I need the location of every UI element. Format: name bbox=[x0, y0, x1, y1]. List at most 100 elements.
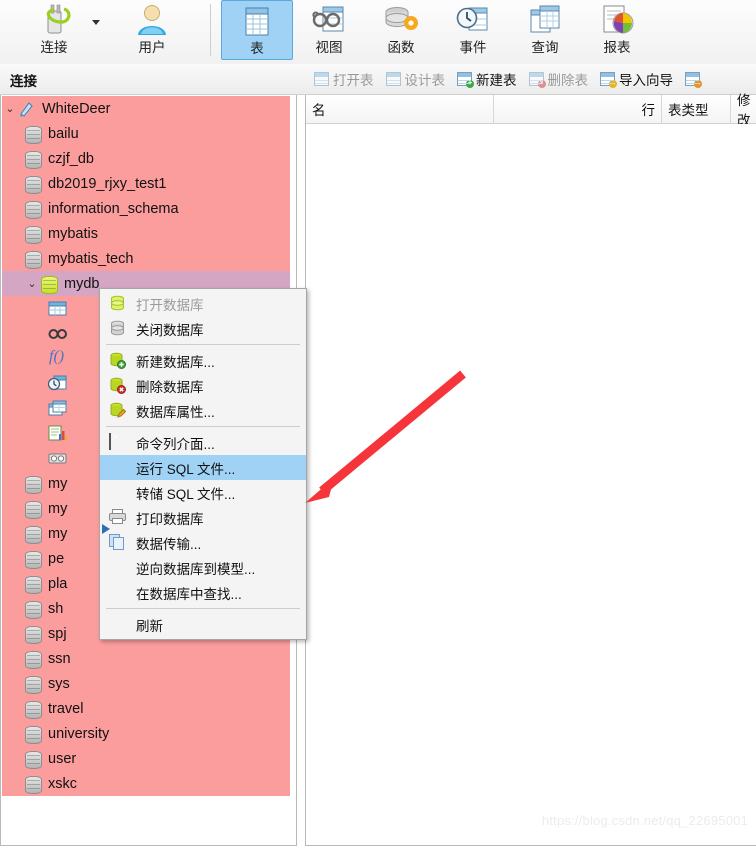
ribbon-button-event[interactable]: 事件 bbox=[437, 0, 509, 62]
ribbon-button-label: 表 bbox=[250, 41, 264, 56]
tree-item-whitedeer[interactable]: ⌄ WhiteDeer bbox=[2, 96, 290, 121]
tree-item-database[interactable]: xskc bbox=[2, 771, 290, 796]
database-icon bbox=[24, 650, 42, 669]
report-icon bbox=[599, 3, 635, 39]
toolbar-design-table[interactable]: 设计表 bbox=[382, 67, 450, 91]
database-icon bbox=[24, 525, 42, 544]
menu-item-dump-sql-file[interactable]: 转储 SQL 文件... bbox=[100, 480, 306, 505]
column-header-table-type[interactable]: 表类型 bbox=[662, 95, 731, 123]
tree-item-database[interactable]: university bbox=[2, 721, 290, 746]
ribbon-button-function[interactable]: 函数 bbox=[365, 0, 437, 62]
ribbon-button-view[interactable]: 视图 bbox=[293, 0, 365, 62]
ribbon-button-user[interactable]: 用户 bbox=[116, 0, 188, 62]
tree-item-label: user bbox=[48, 750, 77, 767]
database-icon bbox=[24, 775, 42, 794]
menu-item-find-in-database[interactable]: 在数据库中查找... bbox=[100, 580, 306, 605]
tree-item-database[interactable]: travel bbox=[2, 696, 290, 721]
toolbar-delete-table[interactable]: × 删除表 bbox=[525, 67, 593, 91]
database-open-icon bbox=[40, 275, 58, 294]
tree-item-database[interactable]: sys bbox=[2, 671, 290, 696]
menu-item-run-sql-file[interactable]: 运行 SQL 文件... bbox=[100, 455, 306, 480]
open-table-icon bbox=[314, 72, 329, 86]
tree-item-label: pla bbox=[48, 575, 68, 592]
toolbar-item-label: 导入向导 bbox=[619, 73, 673, 88]
delete-table-icon: × bbox=[528, 72, 546, 88]
menu-item-label: 运行 SQL 文件... bbox=[136, 461, 236, 477]
connection-icon bbox=[34, 3, 74, 39]
backups-folder-icon bbox=[48, 450, 67, 467]
toolbar-item-label: 删除表 bbox=[547, 73, 589, 88]
tree-item-database[interactable]: ssn bbox=[2, 646, 290, 671]
tree-item-label: travel bbox=[48, 700, 84, 717]
ribbon-button-label: 查询 bbox=[531, 40, 559, 55]
menu-item-command-line-interface[interactable]: 命令列介面... bbox=[100, 430, 306, 455]
tree-item-database[interactable]: bailu bbox=[2, 121, 290, 146]
toolbar-new-table[interactable]: + 新建表 bbox=[453, 67, 521, 91]
menu-item-close-database[interactable]: 关闭数据库 bbox=[100, 316, 306, 341]
toolbar-open-table[interactable]: 打开表 bbox=[310, 67, 378, 91]
column-header-label: 修改 bbox=[737, 93, 751, 128]
tree-item-label: db2019_rjxy_test1 bbox=[48, 175, 167, 192]
column-header-label: 名 bbox=[312, 103, 326, 118]
ribbon-button-connection[interactable]: 连接 bbox=[18, 0, 100, 62]
database-icon bbox=[24, 575, 42, 594]
column-header-modified[interactable]: 修改 bbox=[731, 93, 756, 128]
column-header-rows[interactable]: 行 bbox=[494, 95, 662, 123]
menu-item-data-transfer[interactable]: 数据传输... bbox=[100, 524, 306, 555]
printer-icon bbox=[109, 509, 126, 526]
ribbon-button-label: 函数 bbox=[387, 40, 415, 55]
new-table-icon: + bbox=[457, 72, 474, 88]
tree-item-database[interactable]: mybatis bbox=[2, 221, 290, 246]
toolbar-export-wizard[interactable]: → bbox=[681, 70, 708, 88]
column-header-name[interactable]: 名 bbox=[306, 95, 494, 123]
ribbon-button-label: 报表 bbox=[603, 40, 631, 55]
menu-item-print-database[interactable]: 打印数据库 bbox=[100, 505, 306, 530]
import-wizard-icon: → bbox=[600, 72, 617, 88]
watermark: https://blog.csdn.net/qq_22695001 bbox=[541, 813, 748, 828]
toolbar-import-wizard[interactable]: → 导入向导 bbox=[596, 67, 677, 91]
database-icon bbox=[24, 500, 42, 519]
functions-folder-icon: f() bbox=[49, 348, 65, 365]
menu-item-database-properties[interactable]: 数据库属性... bbox=[100, 398, 306, 423]
database-icon bbox=[24, 125, 42, 144]
database-icon bbox=[24, 600, 42, 619]
database-icon bbox=[24, 200, 42, 219]
tree-item-label: czjf_db bbox=[48, 150, 94, 167]
chevron-down-icon[interactable] bbox=[92, 20, 100, 25]
connections-pane-title: 连接 bbox=[10, 74, 37, 89]
database-icon bbox=[24, 625, 42, 644]
tree-item-database[interactable]: mybatis_tech bbox=[2, 246, 290, 271]
menu-item-label: 刷新 bbox=[136, 618, 163, 634]
tree-item-database[interactable]: information_schema bbox=[2, 196, 290, 221]
event-icon bbox=[455, 3, 491, 39]
menu-item-delete-database[interactable]: 删除数据库 bbox=[100, 373, 306, 398]
chevron-down-icon[interactable]: ⌄ bbox=[24, 277, 40, 290]
ribbon-button-query[interactable]: 查询 bbox=[509, 0, 581, 62]
transfer-icon bbox=[102, 524, 126, 551]
object-list-pane: 名 行 表类型 修改 bbox=[305, 93, 756, 846]
tree-item-database[interactable]: user bbox=[2, 746, 290, 771]
ribbon-button-table[interactable]: 表 bbox=[221, 0, 293, 60]
menu-item-new-database[interactable]: 新建数据库... bbox=[100, 348, 306, 373]
tree-item-database[interactable]: db2019_rjxy_test1 bbox=[2, 171, 290, 196]
tree-item-label: pe bbox=[48, 550, 65, 567]
menu-item-open-database[interactable]: 打开数据库 bbox=[100, 291, 306, 316]
database-icon bbox=[24, 725, 42, 744]
view-icon bbox=[311, 3, 347, 39]
tree-item-database[interactable]: czjf_db bbox=[2, 146, 290, 171]
toolbar-item-label: 设计表 bbox=[404, 73, 446, 88]
database-icon bbox=[24, 150, 42, 169]
db-properties-icon bbox=[109, 402, 127, 419]
menu-item-reverse-database-to-model[interactable]: 逆向数据库到模型... bbox=[100, 555, 306, 580]
query-icon bbox=[527, 3, 563, 39]
queries-folder-icon bbox=[48, 400, 67, 417]
menu-item-label: 关闭数据库 bbox=[136, 322, 204, 338]
column-header-label: 行 bbox=[641, 103, 656, 118]
ribbon-button-report[interactable]: 报表 bbox=[581, 0, 653, 62]
menu-item-label: 删除数据库 bbox=[136, 379, 204, 395]
menu-item-refresh[interactable]: 刷新 bbox=[100, 612, 306, 637]
events-folder-icon bbox=[47, 375, 67, 392]
console-icon bbox=[109, 433, 126, 451]
tree-item-label: mydb bbox=[64, 275, 100, 292]
chevron-down-icon[interactable]: ⌄ bbox=[2, 102, 18, 115]
